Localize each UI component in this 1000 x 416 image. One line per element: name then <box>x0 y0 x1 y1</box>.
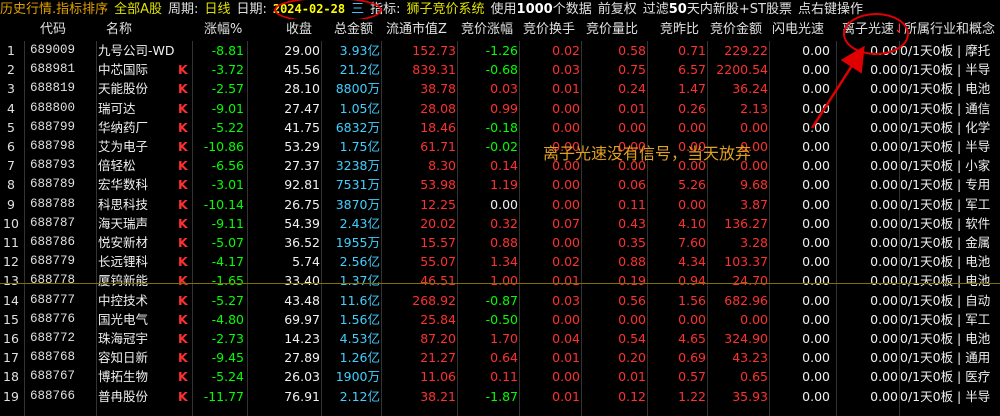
annotation-arrow-icon <box>810 45 865 129</box>
